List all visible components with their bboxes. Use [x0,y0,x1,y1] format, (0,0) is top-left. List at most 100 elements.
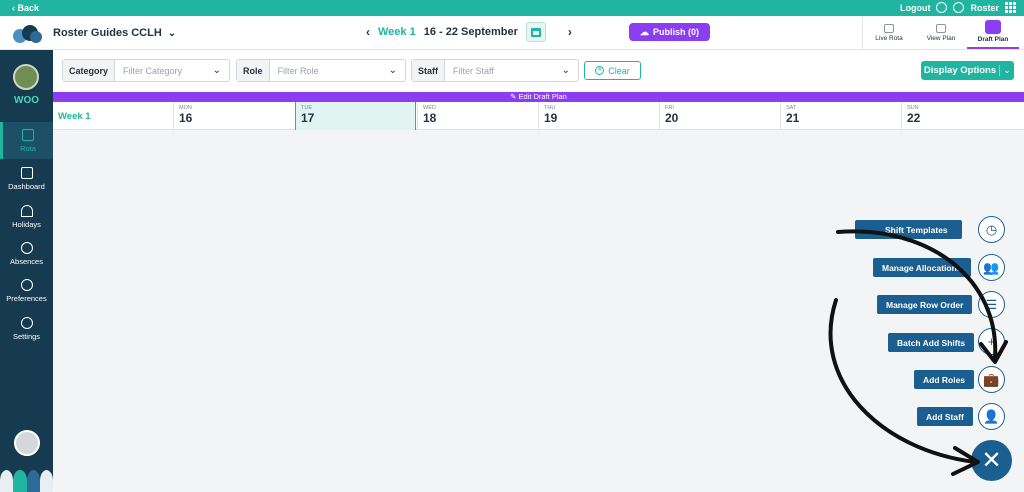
day-date: 17 [301,111,315,125]
add-roles-action[interactable]: Add Roles [914,370,975,389]
next-week-icon[interactable]: › [568,25,572,39]
tab-draft-plan[interactable]: Draft Plan [967,16,1019,49]
sidebar-item-label: Holidays [12,219,41,229]
week-label: Week 1 [378,26,416,38]
clear-filters-button[interactable]: ✕ Clear [584,61,641,80]
filter-label: Role [237,60,270,81]
sidebar-item-dashboard[interactable]: Dashboard [0,160,53,197]
sidebar-item-label: Rota [20,143,36,153]
publish-label: Publish (0) [652,27,699,37]
user-name: Roster [970,2,999,13]
gear-icon [20,316,33,329]
sidebar-item-preferences[interactable]: Preferences [0,272,53,309]
chevron-down-icon: ⌄ [388,65,397,76]
batch-add-shifts-action[interactable]: Batch Add Shifts [888,333,975,352]
filter-placeholder: Filter Role [277,65,319,76]
sidebar-item-holidays[interactable]: Holidays [0,198,53,235]
org-selector[interactable]: Roster Guides CCLH ⌄ [53,27,176,39]
sidebar-item-absences[interactable]: Absences [0,235,53,272]
manage-row-order-action[interactable]: Manage Row Order [877,295,973,314]
apps-grid-icon[interactable] [1005,2,1016,13]
sidebar-item-label: Dashboard [8,181,45,191]
sidebar: WOO Rota Dashboard Holidays Absences Pre… [0,50,53,492]
fab-action-label: Batch Add Shifts [888,333,975,352]
cloud-upload-icon: ☁ [639,26,649,37]
staff-filter[interactable]: Staff Filter Staff ⌄ [411,59,579,82]
sidebar-decoration [0,470,53,492]
fab-close-button[interactable]: ✕ [971,440,1012,481]
calendar-icon [22,128,34,141]
day-date: 22 [907,111,921,125]
filter-label: Category [63,60,116,81]
fab-action-label: Manage Allocations [873,258,971,277]
day-date: 16 [179,111,193,125]
week-navigator: ‹ Week 1 16 - 22 September › [366,22,572,42]
sidebar-item-label: Absences [10,256,43,266]
filter-bar: Category Filter Category ⌄ Role Filter Ro… [53,50,1024,92]
edit-draft-banner: ✎ Edit Draft Plan [53,92,1024,102]
chevron-down-icon: ⌄ [167,28,177,39]
filter-placeholder: Filter Staff [453,65,494,76]
chevron-down-icon: ⌄ [561,65,570,76]
filter-placeholder: Filter Category [123,65,183,76]
tab-live-rota[interactable]: Live Rota [863,16,915,49]
close-circle-icon: ✕ [595,66,605,75]
back-link[interactable]: ‹ Back [12,3,39,13]
sidebar-item-label: Settings [12,331,41,341]
tab-label: View Plan [926,34,956,42]
chevron-down-icon: ⌄ [212,65,221,76]
filter-label: Staff [412,60,445,81]
shift-templates-action[interactable]: Shift Templates [855,220,962,239]
day-column-thu[interactable]: THU 19 [538,102,659,130]
plus-icon[interactable]: + [978,328,1005,355]
calendar-icon [530,27,541,37]
day-column-sun[interactable]: SUN 22 [901,102,1024,130]
briefcase-icon [936,23,946,33]
role-filter[interactable]: Role Filter Role ⌄ [236,59,406,82]
org-code: WOO [14,95,39,106]
chevron-down-icon[interactable]: ⌄ [999,65,1014,76]
org-avatar[interactable] [13,64,39,90]
palm-tree-icon [20,204,33,217]
calendar-button[interactable] [525,22,546,42]
logout-icon[interactable] [936,2,948,13]
close-icon: ✕ [981,447,1002,474]
display-options-label: Display Options [923,65,997,76]
settings-icon[interactable] [953,2,965,13]
tab-label: Draft Plan [977,36,1009,43]
app-logo [13,25,42,43]
briefcase-icon[interactable]: 💼 [978,366,1005,393]
fab-action-label: Manage Row Order [877,295,973,314]
tab-view-plan[interactable]: View Plan [915,16,967,49]
clock-icon[interactable]: ◷ [978,216,1005,243]
category-filter[interactable]: Category Filter Category ⌄ [62,59,230,82]
fab-action-label: Add Staff [917,407,973,426]
menu-icon[interactable]: ☰ [978,291,1005,318]
day-column-tue[interactable]: TUE 17 [295,102,416,130]
logout-link[interactable]: Logout [900,3,931,13]
view-tabs: Live Rota View Plan Draft Plan [862,16,1019,49]
day-date: 18 [423,111,437,125]
publish-button[interactable]: ☁ Publish (0) [629,23,710,41]
org-name: Roster Guides CCLH [53,27,162,39]
prev-week-icon[interactable]: ‹ [366,25,370,39]
sidebar-item-settings[interactable]: Settings [0,310,53,347]
week-row-label: Week 1 [58,111,91,122]
sidebar-item-rota[interactable]: Rota [0,122,53,159]
add-user-icon[interactable]: 👤 [978,403,1005,430]
user-gear-icon [20,278,33,291]
display-options-button[interactable]: Display Options ⌄ [921,61,1014,80]
day-column-mon[interactable]: MON 16 [173,102,294,130]
manage-allocations-action[interactable]: Manage Allocations [873,258,971,277]
top-strip: ‹ Back Logout Roster [0,0,1024,16]
day-column-fri[interactable]: FRI 20 [659,102,780,130]
user-avatar[interactable] [14,430,40,456]
week-header: Week 1 MON 16 TUE 17 WED 18 THU 19 FRI 20 SAT… [53,102,1024,130]
day-date: 19 [544,111,558,125]
day-column-sat[interactable]: SAT 21 [780,102,901,130]
day-column-wed[interactable]: WED 18 [417,102,538,130]
people-icon[interactable]: 👥 [978,254,1005,281]
dashboard-icon [20,166,33,179]
add-staff-action[interactable]: Add Staff [917,407,973,426]
day-date: 21 [786,111,800,125]
